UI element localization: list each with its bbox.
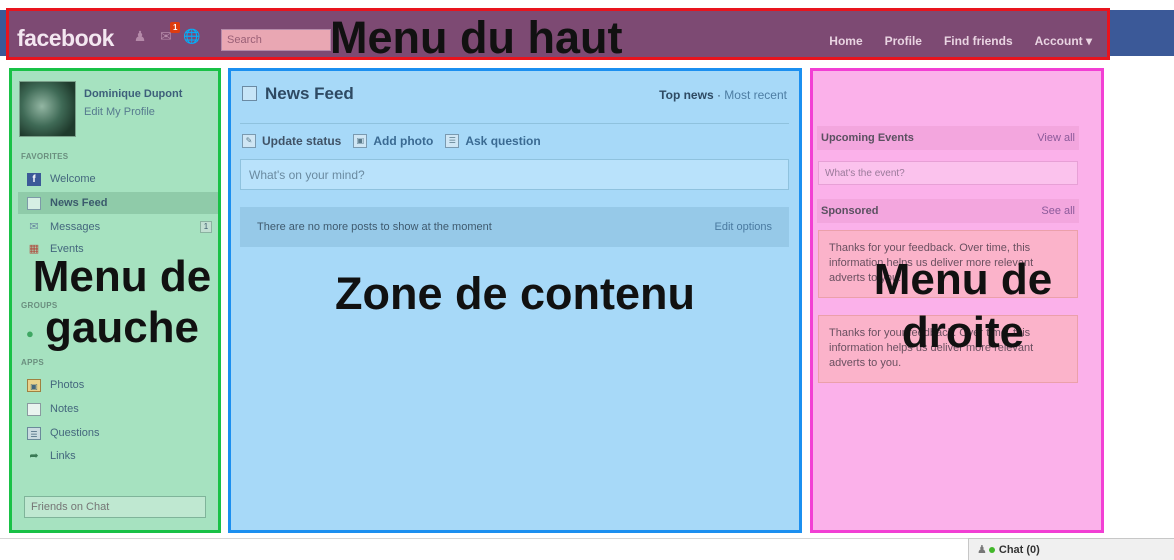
sidebar-item-notes[interactable]: Notes — [18, 398, 218, 420]
photos-icon: ▣ — [27, 378, 41, 392]
overlay-label-right-menu: Menu de droite — [873, 255, 1053, 357]
sidebar-item-messages[interactable]: ✉ Messages 1 — [18, 216, 218, 238]
sidebar-item-label: Notes — [50, 403, 79, 415]
content-zone: News Feed Top news · Most recent ✎ Updat… — [228, 68, 802, 533]
most-recent-link[interactable]: Most recent — [724, 88, 787, 102]
questions-icon: ☰ — [27, 426, 41, 440]
top-news-link[interactable]: Top news — [659, 88, 713, 102]
overlay-label-left-menu: Menu de gauche — [32, 252, 212, 353]
upcoming-events-title: Upcoming Events — [821, 132, 914, 144]
profile-name-link[interactable]: Dominique Dupont — [84, 88, 182, 100]
status-composer-input[interactable] — [240, 159, 789, 190]
no-posts-text: There are no more posts to show at the m… — [257, 221, 492, 233]
links-icon: ➦ — [29, 449, 39, 462]
right-menu: Upcoming Events View all Sponsored See a… — [810, 68, 1104, 533]
nav-find-friends-link[interactable]: Find friends — [944, 34, 1013, 48]
chat-person-icon: ♟ — [977, 544, 987, 556]
sponsored-title: Sponsored — [821, 205, 879, 217]
events-view-all-link[interactable]: View all — [1037, 132, 1075, 144]
top-bar: facebook ♟ ✉ 🌐 1 Home Profile Find frien… — [0, 0, 1174, 63]
ask-question-tab[interactable]: ☰ Ask question — [445, 134, 541, 148]
sidebar-item-label: Links — [50, 450, 76, 462]
news-feed-icon — [242, 86, 257, 101]
left-menu: Dominique Dupont Edit My Profile FAVORIT… — [9, 68, 221, 533]
sidebar-item-label: News Feed — [50, 197, 108, 209]
overlay-label-top-menu: Menu du haut — [330, 12, 623, 63]
sidebar-item-label: Messages — [50, 221, 101, 233]
notifications-icon[interactable]: 🌐 — [182, 28, 202, 44]
sidebar-item-welcome[interactable]: f Welcome — [18, 168, 218, 190]
nav-home-link[interactable]: Home — [829, 34, 862, 48]
online-status-icon — [988, 546, 995, 553]
tab-label: Add photo — [373, 134, 434, 148]
friends-on-chat-search[interactable] — [24, 496, 206, 518]
news-feed-icon — [27, 196, 41, 210]
apps-header: APPS — [21, 358, 44, 367]
search-input[interactable] — [221, 29, 331, 51]
sidebar-item-photos[interactable]: ▣ Photos — [18, 374, 218, 396]
event-input[interactable] — [818, 161, 1078, 185]
chat-tab[interactable]: ♟ Chat (0) — [968, 538, 1174, 560]
upcoming-events-header: Upcoming Events View all — [817, 126, 1079, 150]
nav-account-menu[interactable]: Account ▾ — [1035, 34, 1092, 48]
messages-icon: ✉ — [29, 220, 39, 233]
sponsored-see-all-link[interactable]: See all — [1041, 205, 1075, 217]
notification-jewels: ♟ ✉ 🌐 1 — [130, 22, 202, 44]
add-photo-tab[interactable]: ▣ Add photo — [353, 134, 433, 148]
nav-profile-link[interactable]: Profile — [885, 34, 922, 48]
sidebar-item-news-feed[interactable]: News Feed — [18, 192, 218, 214]
question-icon: ☰ — [445, 134, 460, 148]
divider — [240, 123, 789, 124]
tab-label: Ask question — [465, 134, 541, 148]
photo-icon: ▣ — [353, 134, 368, 148]
notification-badge: 1 — [170, 22, 181, 33]
status-icon: ✎ — [242, 134, 256, 148]
notes-icon — [27, 402, 41, 416]
chat-label: Chat (0) — [998, 543, 1040, 556]
facebook-icon: f — [27, 172, 41, 186]
page-title: News Feed — [265, 84, 354, 103]
facebook-logo[interactable]: facebook — [17, 25, 114, 52]
edit-profile-link[interactable]: Edit My Profile — [84, 106, 155, 118]
friend-requests-icon[interactable]: ♟ — [130, 28, 150, 44]
tab-label: Update status — [262, 134, 342, 148]
sidebar-item-links[interactable]: ➦ Links — [18, 445, 218, 467]
filter-separator: · — [713, 88, 725, 102]
feed-filter: Top news · Most recent — [659, 88, 787, 102]
overlay-label-content-zone: Zone de contenu — [335, 268, 695, 319]
sidebar-item-label: Questions — [50, 427, 100, 439]
top-nav: Home Profile Find friends Account ▾ — [829, 34, 1092, 48]
profile-picture[interactable] — [19, 81, 76, 137]
sponsored-header: Sponsored See all — [817, 199, 1079, 223]
sidebar-item-questions[interactable]: ☰ Questions — [18, 422, 218, 444]
composer-tabs: ✎ Update status ▣ Add photo ☰ Ask questi… — [242, 134, 541, 148]
no-posts-notice: There are no more posts to show at the m… — [240, 207, 789, 247]
favorites-header: FAVORITES — [21, 152, 69, 161]
sidebar-item-label: Photos — [50, 379, 85, 391]
sidebar-item-label: Welcome — [50, 173, 96, 185]
edit-options-link[interactable]: Edit options — [715, 221, 772, 233]
update-status-tab[interactable]: ✎ Update status — [242, 134, 341, 148]
messages-count-badge: 1 — [200, 221, 212, 233]
